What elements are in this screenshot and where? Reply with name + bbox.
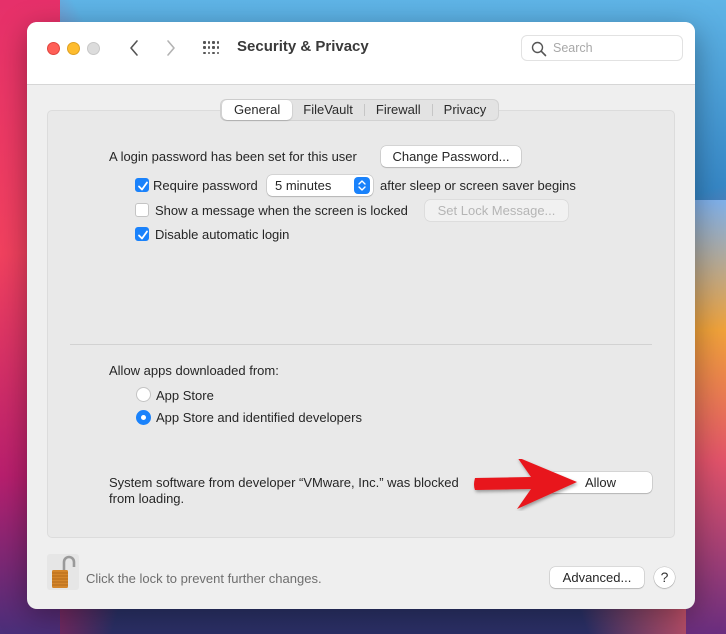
tab-privacy[interactable]: Privacy	[433, 100, 498, 120]
up-down-chevron-icon	[354, 177, 370, 194]
lock-button[interactable]	[47, 554, 79, 590]
zoom-button[interactable]	[87, 42, 100, 55]
unlocked-padlock-icon	[52, 555, 76, 588]
blocked-software-text-line1: System software from developer “VMware, …	[109, 475, 459, 490]
select-value: 5 minutes	[275, 178, 332, 193]
advanced-button[interactable]: Advanced...	[550, 567, 644, 588]
security-privacy-window: Security & Privacy Search General FileVa…	[27, 22, 695, 609]
show-message-checkbox[interactable]	[135, 203, 149, 217]
set-lock-message-button[interactable]: Set Lock Message...	[425, 200, 568, 221]
titlebar: Security & Privacy Search	[27, 22, 695, 85]
checkmark-icon	[138, 181, 148, 191]
tab-firewall[interactable]: Firewall	[365, 100, 432, 120]
radio-app-store-identified-label: App Store and identified developers	[156, 410, 362, 425]
tab-bar: General FileVault Firewall Privacy	[220, 99, 500, 121]
search-placeholder: Search	[553, 41, 593, 55]
red-arrow-annotation	[474, 459, 577, 509]
back-button[interactable]	[124, 36, 144, 60]
require-password-label: Require password	[153, 178, 258, 193]
require-password-checkbox[interactable]	[135, 178, 149, 192]
radio-app-store[interactable]	[136, 387, 151, 402]
checkmark-icon	[138, 230, 148, 240]
minimize-button[interactable]	[67, 42, 80, 55]
require-password-suffix: after sleep or screen saver begins	[380, 178, 576, 193]
login-password-text: A login password has been set for this u…	[109, 149, 357, 164]
require-password-delay-select[interactable]: 5 minutes	[267, 175, 373, 196]
blocked-software-text-line2: from loading.	[109, 491, 185, 506]
disable-auto-login-label: Disable automatic login	[155, 227, 290, 242]
forward-button[interactable]	[161, 36, 181, 60]
chevron-right-icon	[167, 40, 175, 56]
allow-apps-heading: Allow apps downloaded from:	[109, 363, 279, 378]
close-button[interactable]	[47, 42, 60, 55]
lock-status-text: Click the lock to prevent further change…	[86, 571, 322, 586]
radio-app-store-identified[interactable]	[136, 410, 151, 425]
tab-filevault[interactable]: FileVault	[292, 100, 364, 120]
help-button[interactable]: ?	[654, 567, 675, 588]
disable-auto-login-checkbox[interactable]	[135, 227, 149, 241]
tab-general[interactable]: General	[222, 100, 293, 120]
show-all-grid-icon[interactable]	[203, 41, 219, 55]
radio-app-store-label: App Store	[156, 388, 214, 403]
window-title: Security & Privacy	[237, 38, 369, 55]
section-divider	[70, 344, 652, 345]
chevron-left-icon	[130, 40, 138, 56]
search-input[interactable]: Search	[521, 35, 683, 61]
show-message-label: Show a message when the screen is locked	[155, 203, 408, 218]
change-password-button[interactable]: Change Password...	[381, 146, 521, 167]
search-icon	[531, 41, 547, 57]
